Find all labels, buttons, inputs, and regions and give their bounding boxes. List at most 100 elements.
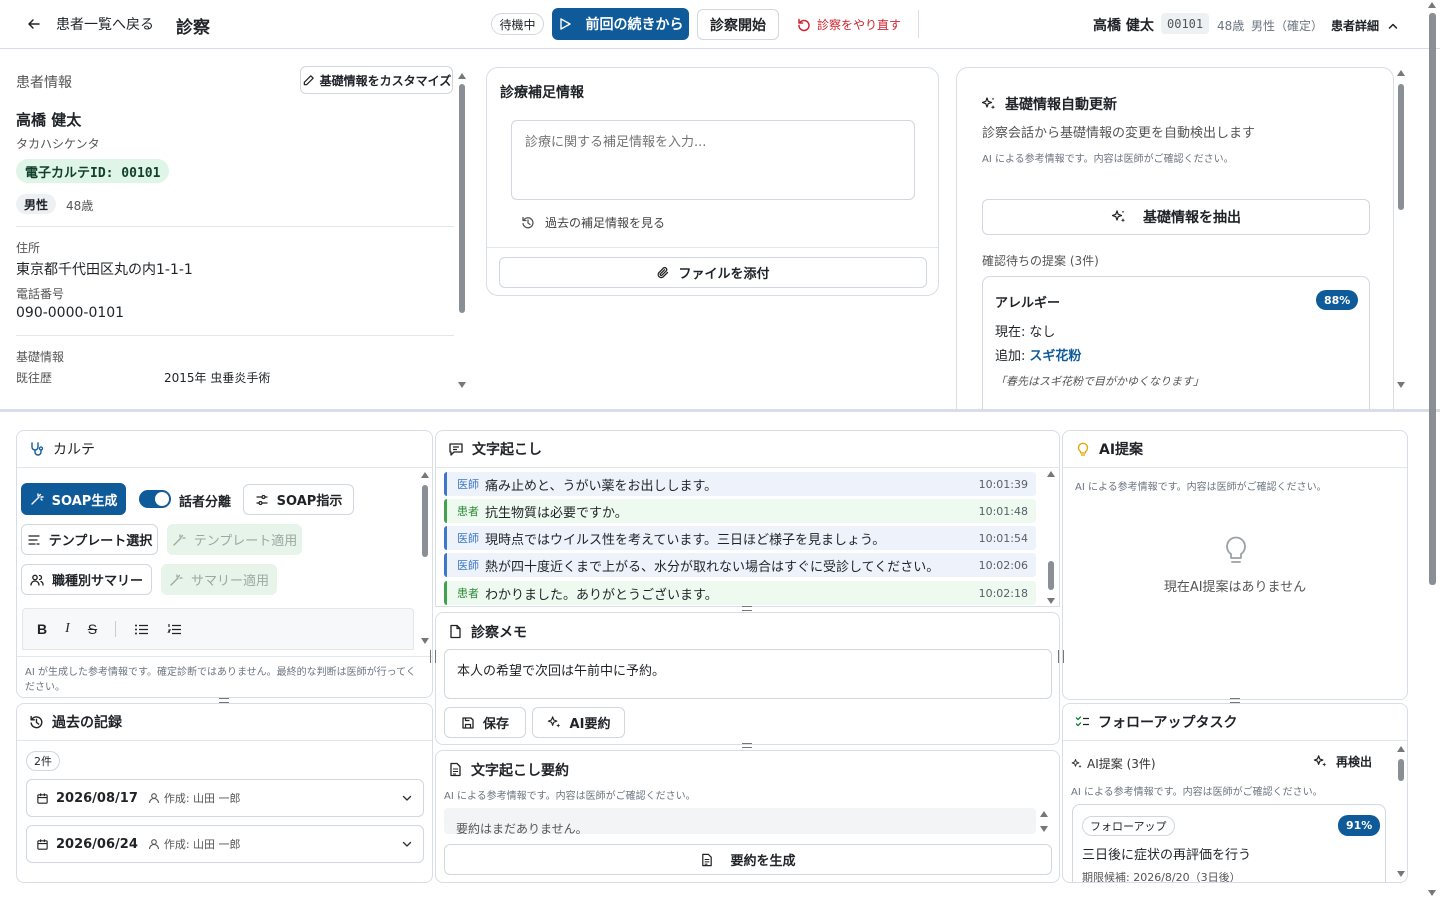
scroll-up-arrow[interactable] [421,472,429,478]
page-scrollbar-thumb[interactable] [1429,13,1436,585]
template-apply-button[interactable]: テンプレート適用 [167,524,302,555]
attach-file-button[interactable]: ファイルを添付 [499,257,927,288]
customize-label: 基礎情報をカスタマイズ [319,73,452,88]
scrollbar-thumb[interactable] [1398,84,1404,210]
page-scroll-down-arrow[interactable] [1428,890,1436,896]
history-panel: 過去の記録 2件 2026/08/17 作成: 山田 一郎 2026/06/24 作成… [16,703,433,883]
italic-icon[interactable]: I [65,621,70,637]
past-supplement-label: 過去の補足情報を見る [545,216,666,230]
ai-disclaimer: AI による参考情報です。内容は医師がご確認ください。 [444,791,696,802]
past-supplement-link[interactable]: 過去の補足情報を見る [521,214,665,231]
followup-ai-count: AI提案 (3件) [1087,757,1156,771]
speaker-separation-toggle[interactable] [139,490,171,508]
summary-apply-button[interactable]: サマリー適用 [161,564,277,595]
scroll-up-arrow[interactable] [1040,811,1048,817]
back-to-patient-list[interactable]: 患者一覧へ戻る [26,14,154,34]
role-summary-button[interactable]: 職種別サマリー [21,564,152,595]
task-tag: フォローアップ [1082,816,1175,836]
chevron-up-icon [1387,20,1399,32]
ai-disclaimer: AI による参考情報です。内容は医師がご確認ください。 [982,154,1234,165]
redetect-label: 再検出 [1336,755,1373,769]
karte-header: カルテ [17,431,432,468]
user-icon [148,838,160,850]
scroll-down-arrow[interactable] [421,638,429,644]
play-icon [558,17,572,31]
scroll-down-arrow[interactable] [1040,826,1048,832]
vertical-resize-handle[interactable] [430,650,436,663]
sparkles-icon [981,96,997,112]
customize-basic-info-button[interactable]: 基礎情報をカスタマイズ [300,66,453,94]
numbered-list-icon[interactable] [167,622,182,637]
settings-sliders-icon [255,493,269,507]
transcript-row: 医師 熱が四十度近くまで上がる、水分が取れない場合はすぐに受診してください。 10:… [444,553,1036,577]
ai-disclaimer: AI による参考情報です。内容は医師がご確認ください。 [1075,482,1327,493]
toggle-knob [155,492,169,506]
followup-panel: フォローアップタスク AI提案 (3件) 再検出 AI による参考情報です。内容… [1062,703,1408,883]
history-count-badge: 2件 [26,751,60,771]
scroll-down-arrow[interactable] [1397,382,1405,388]
record-date: 2026/08/17 [56,790,138,806]
scroll-down-arrow[interactable] [1397,871,1405,877]
save-button[interactable]: 保存 [444,707,526,738]
scrollbar-thumb[interactable] [459,84,465,313]
memo-textarea[interactable]: 本人の希望で次回は午前中に予約。 [444,649,1052,699]
start-consultation-button[interactable]: 診察開始 [697,9,779,40]
editor-toolbar: B I S [22,608,414,650]
redo-label: 診察をやり直す [817,18,902,32]
proposal-category: アレルギー [995,296,1061,311]
stethoscope-icon [29,441,45,457]
redetect-button[interactable]: 再検出 [1313,753,1372,770]
scroll-up-arrow[interactable] [458,73,466,79]
scroll-down-arrow[interactable] [458,382,466,388]
memo-header: 診察メモ [436,613,1059,650]
resume-button[interactable]: 前回の続きから [552,8,689,40]
redo-consultation-button[interactable]: 診察をやり直す [797,16,901,33]
bullet-list-icon[interactable] [134,622,149,637]
scrollbar-thumb[interactable] [422,485,428,557]
template-select-button[interactable]: テンプレート選択 [21,524,158,555]
history-record[interactable]: 2026/08/17 作成: 山田 一郎 [26,779,424,817]
patient-details-toggle[interactable]: 患者詳細 [1331,17,1399,34]
transcript-row: 患者 わかりました。ありがとうございます。 10:02:18 [444,581,1036,605]
extract-basic-info-button[interactable]: 基礎情報を抽出 [982,199,1370,235]
speaker-label: 患者 [457,505,479,518]
patient-age: 48歳 [66,199,94,213]
scroll-up-arrow[interactable] [1397,70,1405,76]
history-record[interactable]: 2026/06/24 作成: 山田 一郎 [26,825,424,863]
role-summary-label: 職種別サマリー [51,574,143,589]
generate-summary-label: 要約を生成 [730,854,796,869]
page-scroll-up-arrow[interactable] [1428,2,1436,8]
chevron-down-icon [401,838,413,850]
timestamp: 10:01:39 [978,477,1028,491]
scroll-down-arrow[interactable] [1047,598,1055,604]
current-label: 現在: [995,325,1026,340]
supplement-input[interactable] [511,120,915,200]
phone-value: 090-0000-0101 [16,305,125,321]
resume-label: 前回の続きから [585,17,684,33]
scrollbar-thumb[interactable] [1398,759,1404,781]
horizontal-splitter[interactable] [0,409,1440,412]
scrollbar-thumb[interactable] [1048,561,1054,590]
file-text-icon [700,853,714,867]
soap-generate-button[interactable]: SOAP生成 [21,483,126,515]
generate-summary-button[interactable]: 要約を生成 [444,844,1052,875]
proposal-card[interactable]: アレルギー 88% 現在: なし 追加: スギ花粉 「春先はスギ花粉で目がかゆく… [982,276,1370,409]
utterance-text: わかりました。ありがとうございます。 [485,587,718,603]
bold-icon[interactable]: B [37,621,47,637]
strikethrough-icon[interactable]: S [88,621,97,637]
soap-instruction-label: SOAP指示 [276,494,343,509]
followup-task-card[interactable]: フォローアップ 91% 三日後に症状の再評価を行う 期限候補: 2026/8/2… [1072,804,1386,882]
magic-wand-icon [172,533,186,547]
save-label: 保存 [482,717,509,732]
scroll-up-arrow[interactable] [1047,471,1055,477]
header-patient-age: 48歳 [1217,19,1245,33]
magic-wand-icon [30,492,44,506]
ai-summary-button[interactable]: AI要約 [532,707,625,738]
file-text-icon [448,762,463,777]
ai-suggest-header: AI提案 [1063,431,1407,468]
soap-instruction-button[interactable]: SOAP指示 [243,484,354,515]
patient-name: 高橋 健太 [16,111,82,129]
sparkles-icon [1071,758,1083,770]
scroll-up-arrow[interactable] [1397,746,1405,752]
vertical-resize-handle[interactable] [1058,650,1064,663]
